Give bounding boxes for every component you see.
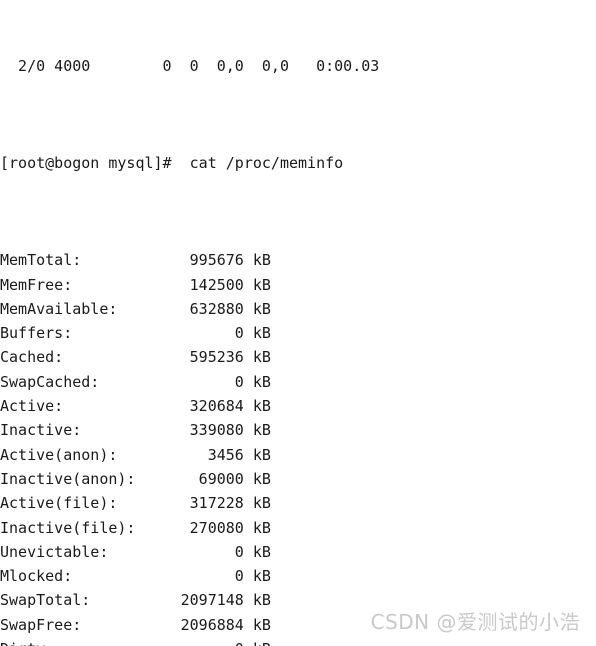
meminfo-row: MemFree: 142500 kB	[0, 273, 596, 297]
meminfo-unit: kB	[243, 299, 271, 318]
meminfo-row: SwapCached: 0 kB	[0, 370, 596, 394]
meminfo-value: 320684	[144, 397, 244, 416]
meminfo-row: Buffers: 0 kB	[0, 321, 596, 345]
meminfo-row: Dirty: 0 kB	[0, 637, 596, 646]
meminfo-unit: kB	[243, 397, 271, 416]
meminfo-key: Inactive:	[0, 421, 145, 440]
terminal-window[interactable]: 2/0 4000 0 0 0,0 0,0 0:00.03 [root@bogon…	[0, 0, 596, 646]
meminfo-value: 270080	[144, 518, 244, 537]
meminfo-row: Active(anon): 3456 kB	[0, 443, 596, 467]
meminfo-key: SwapTotal:	[0, 591, 145, 610]
meminfo-key: Active(anon):	[0, 445, 145, 464]
meminfo-value: 632880	[144, 299, 244, 318]
meminfo-unit: kB	[243, 518, 271, 537]
meminfo-unit: kB	[243, 445, 271, 464]
meminfo-value: 69000	[144, 469, 244, 488]
meminfo-value: 3456	[144, 445, 244, 464]
meminfo-value: 0	[144, 324, 244, 343]
meminfo-key: SwapCached:	[0, 372, 145, 391]
meminfo-value: 0	[145, 640, 244, 646]
meminfo-value: 595236	[144, 348, 244, 367]
meminfo-value: 317228	[144, 494, 244, 513]
meminfo-key: Unevictable:	[0, 542, 145, 561]
meminfo-value: 142500	[144, 275, 244, 294]
meminfo-unit: kB	[243, 615, 271, 634]
meminfo-unit: kB	[243, 421, 271, 440]
meminfo-key: MemAvailable:	[0, 299, 145, 318]
meminfo-row: SwapTotal: 2097148 kB	[0, 588, 596, 612]
terminal-output: 2/0 4000 0 0 0,0 0,0 0:00.03 [root@bogon…	[0, 0, 596, 646]
meminfo-unit: kB	[243, 591, 271, 610]
meminfo-row: MemTotal: 995676 kB	[0, 248, 596, 272]
meminfo-unit: kB	[243, 542, 271, 561]
meminfo-row: Inactive: 339080 kB	[0, 418, 596, 442]
meminfo-key: MemTotal:	[0, 251, 145, 270]
meminfo-key: Active(file):	[0, 494, 145, 513]
meminfo-value: 995676	[144, 251, 244, 270]
meminfo-unit: kB	[243, 348, 271, 367]
meminfo-row: Unevictable: 0 kB	[0, 540, 596, 564]
meminfo-key: MemFree:	[0, 275, 145, 294]
meminfo-unit: kB	[243, 469, 271, 488]
meminfo-row: Inactive(anon): 69000 kB	[0, 467, 596, 491]
meminfo-key: SwapFree:	[0, 615, 145, 634]
clipped-scrollback-line: 2/0 4000 0 0 0,0 0,0 0:00.03	[0, 56, 380, 75]
meminfo-value: 2097148	[144, 591, 244, 610]
meminfo-row: Mlocked: 0 kB	[0, 564, 596, 588]
meminfo-row: Active: 320684 kB	[0, 394, 596, 418]
meminfo-row: Cached: 595236 kB	[0, 345, 596, 369]
meminfo-key: Mlocked:	[0, 567, 145, 586]
meminfo-value: 339080	[144, 421, 244, 440]
meminfo-key: Dirty:	[0, 640, 145, 646]
meminfo-unit: kB	[244, 640, 271, 646]
meminfo-row: SwapFree: 2096884 kB	[0, 613, 596, 637]
meminfo-value: 0	[144, 567, 244, 586]
meminfo-unit: kB	[243, 324, 271, 343]
meminfo-row: MemAvailable: 632880 kB	[0, 297, 596, 321]
meminfo-value: 2096884	[144, 615, 244, 634]
meminfo-key: Active:	[0, 397, 145, 416]
meminfo-value: 0	[144, 542, 244, 561]
meminfo-value: 0	[144, 372, 244, 391]
shell-prompt-line: [root@bogon mysql]# cat /proc/meminfo	[0, 154, 344, 173]
meminfo-row: Active(file): 317228 kB	[0, 491, 596, 515]
meminfo-unit: kB	[243, 494, 271, 513]
meminfo-key: Buffers:	[0, 324, 145, 343]
meminfo-listing: MemTotal: 995676 kB MemFree: 142500 kB Mem…	[0, 248, 596, 646]
meminfo-unit: kB	[243, 372, 271, 391]
meminfo-unit: kB	[243, 567, 271, 586]
meminfo-key: Cached:	[0, 348, 145, 367]
meminfo-key: Inactive(file):	[0, 518, 145, 537]
meminfo-unit: kB	[243, 275, 271, 294]
meminfo-row: Inactive(file): 270080 kB	[0, 516, 596, 540]
meminfo-unit: kB	[243, 251, 271, 270]
meminfo-key: Inactive(anon):	[0, 469, 145, 488]
